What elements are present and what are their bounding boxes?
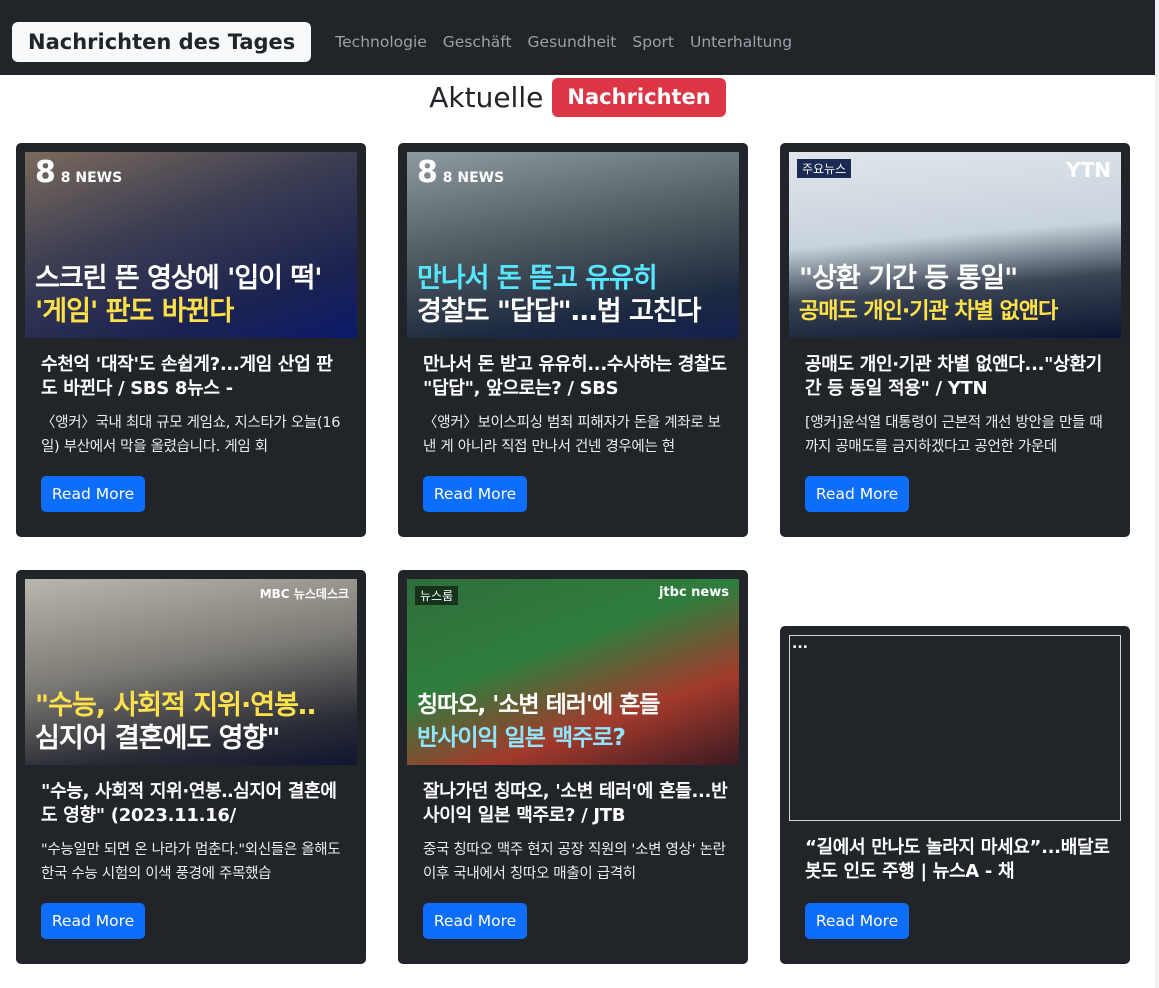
news-card: MBC 뉴스데스크 "수능, 사회적 지위·연봉‥ 심지어 결혼에도 영향" "… [16, 570, 366, 964]
card-title[interactable]: “길에서 만나도 놀라지 마세요”...배달로봇도 인도 주행 | 뉴스A - … [805, 836, 1112, 884]
page-heading: Aktuelle Nachrichten [0, 78, 1155, 117]
news-card: 뉴스룸 jtbc news 칭따오, '소변 테러'에 흔들 반사이익 일본 맥… [398, 570, 748, 964]
top-navbar: Nachrichten des Tages Technologie Geschä… [0, 0, 1155, 75]
mbc-logo: MBC 뉴스데스크 [259, 587, 349, 601]
news-thumbnail[interactable]: 8 8 NEWS 스크린 뜬 영상에 '입이 떡' '게임' 판도 바뀐다 [25, 152, 357, 338]
read-more-button[interactable]: Read More [805, 903, 909, 939]
sbs-logo: 8 8 NEWS [35, 155, 123, 190]
thumbnail-caption: 만나서 돈 뜯고 유유히 경찰도 "답답"…법 고친다 [417, 263, 702, 327]
video-embed[interactable]: ... [789, 635, 1121, 821]
card-text: 〈앵커〉국내 최대 규모 게임쇼, 지스타가 오늘(16일) 부산에서 막을 올… [41, 415, 341, 455]
card-title[interactable]: 만나서 돈 받고 유유히...수사하는 경찰도 "답답", 앞으로는? / SB… [423, 353, 730, 401]
news-card: 8 8 NEWS 만나서 돈 뜯고 유유히 경찰도 "답답"…법 고친다 만나서… [398, 143, 748, 537]
jtbc-logo: jtbc news [658, 585, 729, 600]
page-scrollbar[interactable] [1155, 0, 1159, 988]
news-thumbnail[interactable]: 8 8 NEWS 만나서 돈 뜯고 유유히 경찰도 "답답"…법 고친다 [407, 152, 739, 338]
thumbnail-caption: 칭따오, '소변 테러'에 흔들 반사이익 일본 맥주로? [417, 692, 660, 751]
nav-link-gesundheit[interactable]: Gesundheit [528, 33, 617, 51]
news-card: ... “길에서 만나도 놀라지 마세요”...배달로봇도 인도 주행 | 뉴스… [780, 626, 1130, 964]
card-title[interactable]: "수능, 사회적 지위·연봉‥심지어 결혼에도 영향" (2023.11.16/ [41, 780, 348, 828]
thumbnail-caption: "수능, 사회적 지위·연봉‥ 심지어 결혼에도 영향" [35, 690, 316, 754]
ytn-logo: YTN [1066, 158, 1111, 182]
nav-link-geschaeft[interactable]: Geschäft [443, 33, 512, 51]
nav-link-unterhaltung[interactable]: Unterhaltung [690, 33, 792, 51]
card-text: [앵커]윤석열 대통령이 근본적 개선 방안을 만들 때까지 공매도를 금지하겠… [805, 415, 1103, 455]
news-thumbnail[interactable]: 주요뉴스 YTN "상환 기간 등 통일" 공매도 개인·기관 차별 없앤다 [789, 152, 1121, 338]
nav-link-technologie[interactable]: Technologie [335, 33, 427, 51]
read-more-button[interactable]: Read More [423, 476, 527, 512]
read-more-button[interactable]: Read More [423, 903, 527, 939]
sbs-logo: 8 8 NEWS [417, 155, 505, 190]
read-more-button[interactable]: Read More [805, 476, 909, 512]
card-text: 〈앵커〉보이스피싱 범죄 피해자가 돈을 계좌로 보낸 게 아니라 직접 만나서… [423, 415, 721, 455]
heading-text: Aktuelle [429, 81, 544, 114]
embed-placeholder: ... [792, 636, 808, 652]
news-thumbnail[interactable]: MBC 뉴스데스크 "수능, 사회적 지위·연봉‥ 심지어 결혼에도 영향" [25, 579, 357, 765]
news-tag: 주요뉴스 [797, 159, 852, 178]
thumbnail-caption: 스크린 뜬 영상에 '입이 떡' '게임' 판도 바뀐다 [35, 263, 323, 327]
card-title[interactable]: 공매도 개인·기관 차별 없앤다..."상환기간 등 동일 적용" / YTN [805, 353, 1112, 401]
news-thumbnail[interactable]: 뉴스룸 jtbc news 칭따오, '소변 테러'에 흔들 반사이익 일본 맥… [407, 579, 739, 765]
read-more-button[interactable]: Read More [41, 476, 145, 512]
news-badge: Nachrichten [552, 78, 726, 117]
card-title[interactable]: 잘나가던 칭따오, '소변 테러'에 흔들...반사이익 일본 맥주로? / J… [423, 780, 730, 828]
card-text: 중국 칭따오 맥주 현지 공장 직원의 '소변 영상' 논란 이후 국내에서 칭… [423, 842, 726, 882]
news-card: 주요뉴스 YTN "상환 기간 등 통일" 공매도 개인·기관 차별 없앤다 공… [780, 143, 1130, 537]
read-more-button[interactable]: Read More [41, 903, 145, 939]
card-text: "수능일만 되면 온 나라가 멈춘다."외신들은 올해도 한국 수능 시험의 이… [41, 842, 341, 882]
nav-link-sport[interactable]: Sport [632, 33, 674, 51]
brand-logo[interactable]: Nachrichten des Tages [12, 21, 312, 62]
nav-links: Technologie Geschäft Gesundheit Sport Un… [335, 33, 808, 51]
news-tag: 뉴스룸 [415, 586, 459, 605]
card-title[interactable]: 수천억 '대작'도 손쉽게?...게임 산업 판도 바뀐다 / SBS 8뉴스 … [41, 353, 348, 401]
news-card: 8 8 NEWS 스크린 뜬 영상에 '입이 떡' '게임' 판도 바뀐다 수천… [16, 143, 366, 537]
thumbnail-caption: "상환 기간 등 통일" 공매도 개인·기관 차별 없앤다 [799, 263, 1058, 324]
